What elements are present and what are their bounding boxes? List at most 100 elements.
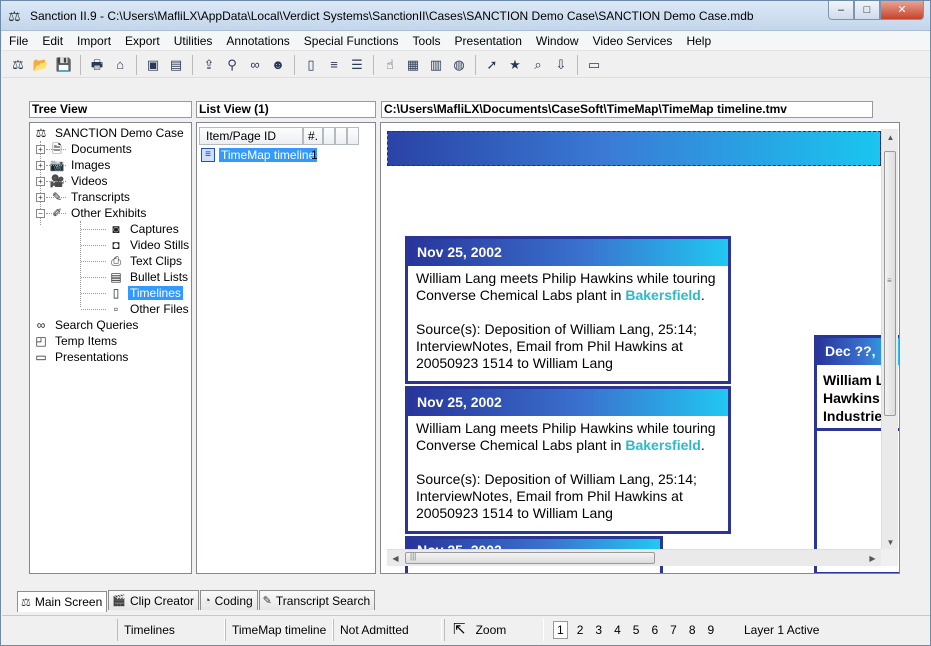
list-view-header: List View (1): [196, 101, 376, 118]
column-header-item-page-id[interactable]: Item/Page ID: [199, 127, 303, 145]
minimize-button[interactable]: –: [828, 1, 854, 20]
menu-export[interactable]: Export: [118, 31, 167, 51]
menu-special-functions[interactable]: Special Functions: [297, 31, 406, 51]
layout-icon[interactable]: ▥: [426, 55, 446, 75]
new-case-icon[interactable]: ⚖: [8, 55, 28, 75]
page-2-button[interactable]: 2: [577, 623, 584, 637]
tab-main-screen[interactable]: ⚖ Main Screen: [17, 591, 108, 612]
page-6-button[interactable]: 6: [651, 623, 658, 637]
text-clip-icon: ⎙: [111, 254, 121, 268]
grip-icon: ≡: [887, 276, 892, 285]
menu-window[interactable]: Window: [529, 31, 586, 51]
presentation-icon[interactable]: ▭: [584, 55, 604, 75]
export-icon[interactable]: ⇩: [551, 55, 571, 75]
tab-label: Transcript Search: [275, 593, 371, 608]
event-source: Source(s): Deposition of William Lang, 2…: [416, 471, 697, 521]
status-layer: Layer 1 Active: [744, 623, 820, 637]
tab-clip-creator[interactable]: 🎬 Clip Creator: [108, 590, 199, 610]
column-header-extra-2[interactable]: [335, 127, 347, 145]
vertical-scroll-thumb[interactable]: ≡: [884, 151, 896, 416]
menu-annotations[interactable]: Annotations: [219, 31, 296, 51]
close-button[interactable]: ✕: [880, 1, 924, 20]
list-view[interactable]: Item/Page ID #. ≡ TimeMap timeline 1: [196, 122, 376, 574]
column-header-extra-1[interactable]: [323, 127, 335, 145]
hand-icon[interactable]: ☝: [380, 55, 400, 75]
horizontal-scrollbar[interactable]: ◀ ||| ▶: [387, 549, 881, 566]
tree-item-temp-items[interactable]: ◰ Temp Items: [33, 333, 119, 349]
folder-search-icon[interactable]: ⌕: [528, 55, 548, 75]
expander-icon[interactable]: +: [36, 144, 45, 154]
tree-item-label: Video Stills: [130, 238, 190, 252]
page-9-button[interactable]: 9: [708, 623, 715, 637]
expander-icon[interactable]: +: [36, 176, 45, 186]
search-icon[interactable]: ⚲: [222, 55, 242, 75]
expander-icon[interactable]: +: [36, 160, 45, 170]
vertical-scrollbar[interactable]: ▲ ≡ ▼: [881, 129, 898, 551]
tree-item-captures[interactable]: ◙ Captures: [108, 221, 181, 237]
expander-icon[interactable]: +: [36, 192, 45, 202]
page-5-button[interactable]: 5: [633, 623, 640, 637]
tree-item-presentations[interactable]: ▭ Presentations: [33, 349, 130, 365]
exhibit-a-icon[interactable]: ▣: [143, 55, 163, 75]
folder-star-icon[interactable]: ★: [505, 55, 525, 75]
menu-presentation[interactable]: Presentation: [448, 31, 529, 51]
menu-edit[interactable]: Edit: [35, 31, 70, 51]
timeline-event-card-2[interactable]: Nov 25, 2002 William Lang meets Philip H…: [405, 386, 731, 534]
page-4-button[interactable]: 4: [614, 623, 621, 637]
list-item-number: 1: [311, 148, 318, 162]
menu-tools[interactable]: Tools: [406, 31, 448, 51]
tree-item-search-queries[interactable]: ∞ Search Queries: [33, 317, 140, 333]
people-icon[interactable]: ☻: [268, 55, 288, 75]
horizontal-scroll-thumb[interactable]: |||: [405, 552, 655, 564]
event-source: Source(s): Deposition of William Lang, 2…: [416, 321, 697, 371]
document-icon[interactable]: ▯: [301, 55, 321, 75]
menu-video-services[interactable]: Video Services: [586, 31, 680, 51]
globe-icon[interactable]: ◍: [449, 55, 469, 75]
timeline-banner[interactable]: [387, 131, 881, 166]
timeline-viewer[interactable]: Nov 25, 2002 William Lang meets Philip H…: [380, 122, 900, 574]
binoculars-icon[interactable]: ∞: [245, 55, 265, 75]
scales-icon: ⚖: [8, 8, 21, 24]
list-item[interactable]: ≡ TimeMap timeline 1: [201, 147, 318, 163]
tree-view[interactable]: ⚖ SANCTION Demo Case + 🗎 Documents + 📷 Images + 🎥…: [29, 122, 192, 574]
scroll-left-arrow-icon[interactable]: ◀: [387, 550, 404, 567]
maximize-button[interactable]: □: [854, 1, 880, 20]
import-icon[interactable]: ⇪: [199, 55, 219, 75]
tree-item-other-files[interactable]: ▫ Other Files: [108, 301, 191, 317]
tree-item-sanction-demo-case[interactable]: ⚖ SANCTION Demo Case: [33, 125, 186, 141]
film-icon[interactable]: ▦: [403, 55, 423, 75]
tab-coding[interactable]: ◔ Coding: [199, 590, 258, 610]
tree-item-label: Other Files: [130, 302, 189, 316]
page-7-button[interactable]: 7: [670, 623, 677, 637]
exhibit-b-icon[interactable]: ▤: [166, 55, 186, 75]
window-title: Sanction II.9 - C:\Users\MafliLX\AppData…: [30, 9, 754, 23]
print-icon[interactable]: 🖶: [87, 55, 107, 75]
event-date: Nov 25, 2002: [408, 389, 728, 416]
tab-transcript-search[interactable]: ✎ Transcript Search: [258, 590, 376, 610]
column-header-extra-3[interactable]: [347, 127, 359, 145]
tree-item-label: Captures: [130, 222, 179, 236]
scan-icon[interactable]: ⌂: [110, 55, 130, 75]
menu-help[interactable]: Help: [679, 31, 718, 51]
column-header-number[interactable]: #.: [303, 127, 323, 145]
open-folder-icon[interactable]: 📂: [31, 55, 51, 75]
page-8-button[interactable]: 8: [689, 623, 696, 637]
save-icon[interactable]: 💾: [54, 55, 74, 75]
text-clip-icon[interactable]: ≡: [324, 55, 344, 75]
bullet-list-icon[interactable]: ☰: [347, 55, 367, 75]
viewer-path-header: C:\Users\MafliLX\Documents\CaseSoft\Time…: [381, 101, 873, 118]
menu-import[interactable]: Import: [70, 31, 118, 51]
menu-file[interactable]: File: [2, 31, 35, 51]
tree-item-bullet-lists[interactable]: ▤ Bullet Lists: [108, 269, 190, 285]
scroll-up-arrow-icon[interactable]: ▲: [882, 129, 899, 146]
scroll-right-arrow-icon[interactable]: ▶: [864, 550, 881, 567]
tree-item-text-clips[interactable]: ⎙ Text Clips: [108, 253, 184, 269]
pointer-icon[interactable]: ➚: [482, 55, 502, 75]
menu-utilities[interactable]: Utilities: [167, 31, 220, 51]
page-3-button[interactable]: 3: [595, 623, 602, 637]
tree-item-video-stills[interactable]: ◘ Video Stills: [108, 237, 191, 253]
tree-item-timelines[interactable]: ▯ Timelines: [108, 285, 183, 301]
page-1-button[interactable]: 1: [553, 621, 568, 639]
timeline-event-card-1[interactable]: Nov 25, 2002 William Lang meets Philip H…: [405, 236, 731, 384]
expander-icon[interactable]: −: [36, 208, 45, 218]
